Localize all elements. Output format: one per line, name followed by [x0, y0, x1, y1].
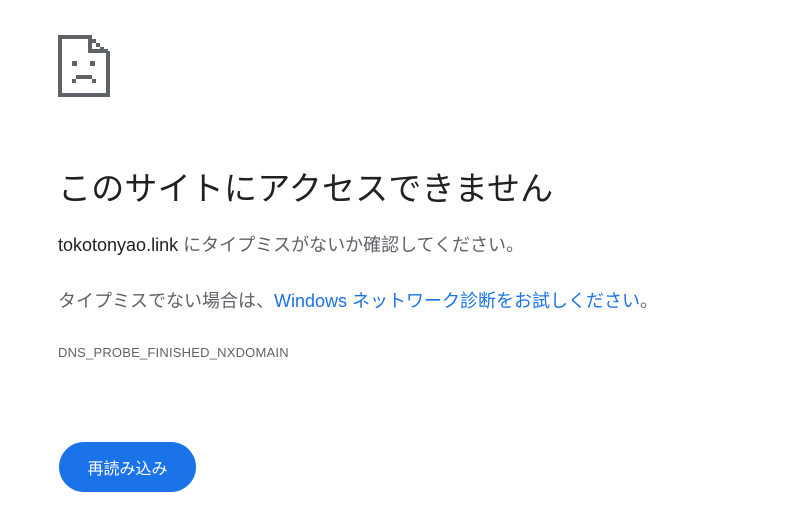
reload-button[interactable]: 再読み込み	[59, 442, 196, 492]
network-diagnostics-link[interactable]: Windows ネットワーク診断をお試しください	[274, 291, 640, 311]
error-code: DNS_PROBE_FINISHED_NXDOMAIN	[58, 345, 289, 360]
page-title: このサイトにアクセスできません	[58, 170, 554, 207]
suggestion-suffix: 。	[640, 291, 659, 311]
domain-name: tokotonyao.link	[58, 235, 179, 255]
sad-document-icon	[58, 35, 110, 97]
typo-message: tokotonyao.link にタイプミスがないか確認してください。	[58, 231, 524, 257]
suggestion-prefix: タイプミスでない場合は、	[58, 291, 274, 311]
error-page: このサイトにアクセスできません tokotonyao.link にタイプミスがな…	[0, 0, 795, 530]
suggestion-message: タイプミスでない場合は、Windows ネットワーク診断をお試しください。	[58, 287, 658, 313]
typo-message-text: にタイプミスがないか確認してください。	[178, 235, 524, 255]
